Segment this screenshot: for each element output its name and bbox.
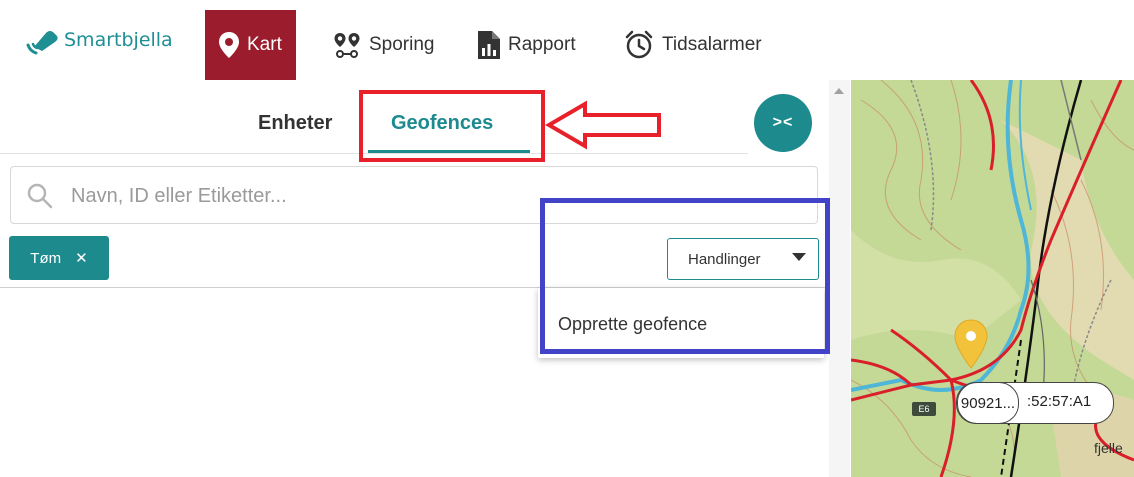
nav-item-label: Tidsalarmer <box>662 34 762 55</box>
nav-item-rapport[interactable]: Rapport <box>478 10 576 80</box>
scroll-up-arrow-icon[interactable] <box>834 88 844 94</box>
nav-item-sporing[interactable]: Sporing <box>333 10 435 80</box>
collapse-panel-button[interactable]: >< <box>754 94 812 152</box>
map-pin-icon <box>219 32 239 58</box>
tab-enheter[interactable]: Enheter <box>258 112 332 135</box>
nav-item-label: Kart <box>247 34 282 55</box>
device-mac-label: :52:57:A1 <box>1027 393 1092 410</box>
map-place-name: fjelle <box>1094 440 1123 456</box>
tracking-icon <box>334 33 360 58</box>
panel-scrollbar[interactable] <box>829 80 850 477</box>
annotation-blue-box <box>540 198 830 354</box>
brand-logo[interactable]: Smartbjella <box>24 20 173 60</box>
report-icon <box>478 31 500 59</box>
top-navigation: Smartbjella Kart Sporing Rapport Tidsala… <box>0 0 1134 80</box>
road-shield: E6 <box>912 402 936 416</box>
device-marker-label[interactable]: 90921... :52:57:A1 <box>956 382 1114 424</box>
brand-name: Smartbjella <box>64 29 173 51</box>
alarm-clock-icon <box>625 30 653 59</box>
device-id-label: 90921... <box>957 382 1019 424</box>
annotation-red-box <box>359 90 545 162</box>
annotation-arrow-icon <box>545 100 661 150</box>
chip-label: Tøm <box>30 249 62 267</box>
clear-filter-chip[interactable]: Tøm ✕ <box>9 236 109 280</box>
search-icon <box>27 183 53 209</box>
nav-item-tidsalarmer[interactable]: Tidsalarmer <box>624 10 762 80</box>
close-icon[interactable]: ✕ <box>75 249 88 267</box>
nav-item-label: Rapport <box>508 34 576 55</box>
nav-item-label: Sporing <box>369 34 435 55</box>
bell-signal-icon <box>26 31 58 55</box>
nav-item-kart[interactable]: Kart <box>205 10 296 80</box>
